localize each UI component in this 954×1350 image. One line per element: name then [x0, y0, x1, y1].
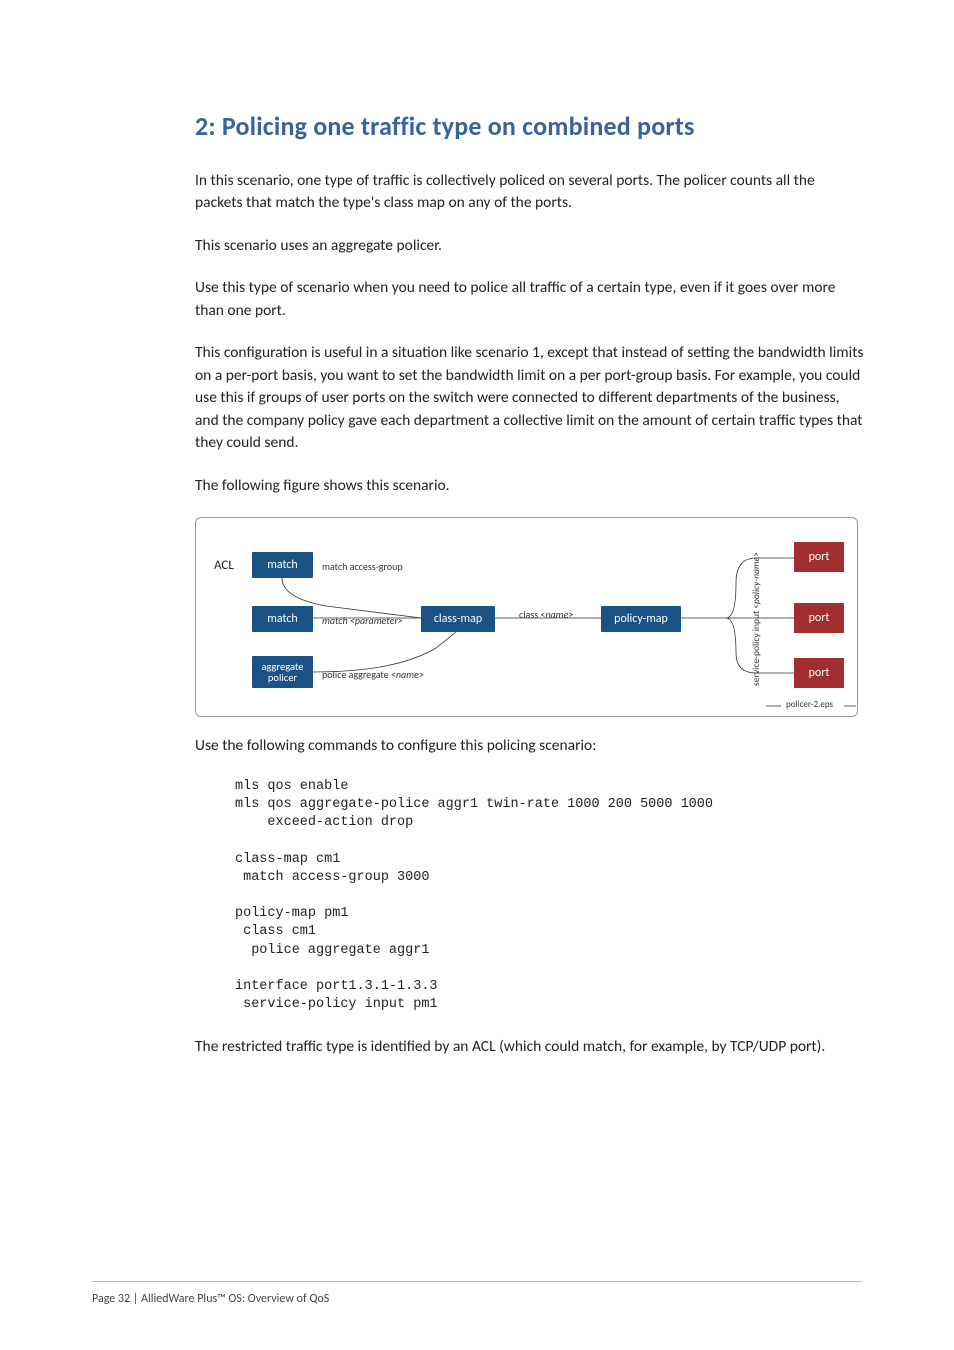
paragraph-6: Use the following commands to configure … [195, 735, 864, 757]
acl-label: ACL [214, 558, 234, 573]
section-heading: 2: Policing one traffic type on combined… [195, 110, 864, 142]
police-aggregate-label: police aggregate <name> [322, 668, 424, 681]
policy-map-box: policy-map [601, 606, 681, 632]
paragraph-1: In this scenario, one type of traffic is… [195, 170, 864, 215]
paragraph-4: This configuration is useful in a situat… [195, 342, 864, 454]
port-box-1: port [794, 542, 844, 572]
match-parameter-label: match <parameter> [322, 614, 403, 627]
paragraph-7: The restricted traffic type is identifie… [195, 1036, 864, 1058]
class-name-label: class <name> [519, 608, 573, 621]
match-box-1: match [252, 552, 313, 578]
class-map-box: class-map [421, 606, 495, 632]
match-access-group-label: match access-group [322, 560, 403, 573]
paragraph-2: This scenario uses an aggregate policer. [195, 235, 864, 257]
port-box-2: port [794, 603, 844, 633]
service-policy-label: service-policy input <policy-name> [750, 552, 762, 686]
port-box-3: port [794, 658, 844, 688]
match-box-2: match [252, 606, 313, 632]
config-code-block: mls qos enable mls qos aggregate-police … [235, 778, 864, 1015]
aggregate-policer-box: aggregate policer [252, 656, 313, 688]
page-footer: Page 32 | AlliedWare Plus™ OS: Overview … [92, 1292, 329, 1306]
paragraph-5: The following figure shows this scenario… [195, 475, 864, 497]
paragraph-3: Use this type of scenario when you need … [195, 277, 864, 322]
scenario-diagram: ACL match match access-group match match… [195, 517, 858, 717]
eps-filename: policer-2.eps [786, 699, 833, 710]
footer-rule [92, 1281, 862, 1282]
